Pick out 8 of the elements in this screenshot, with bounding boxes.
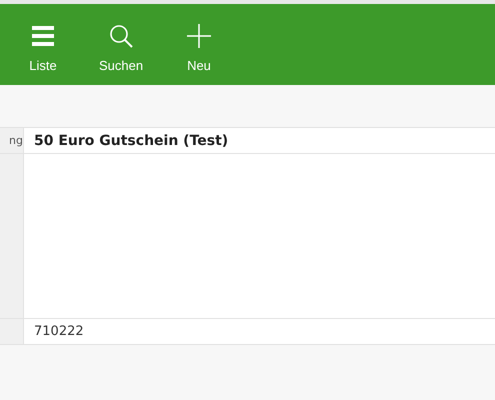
value-text: 710222	[34, 324, 84, 339]
plus-icon	[185, 22, 213, 50]
toolbar-button[interactable]: Neu	[160, 4, 238, 85]
search-icon	[107, 22, 135, 50]
value-text: 50 Euro Gutschein (Test)	[34, 132, 228, 148]
toolbar-button[interactable]: Suchen	[82, 4, 160, 85]
toolbar-button[interactable]: Liste	[4, 4, 82, 85]
label-cell: ng	[0, 128, 24, 153]
